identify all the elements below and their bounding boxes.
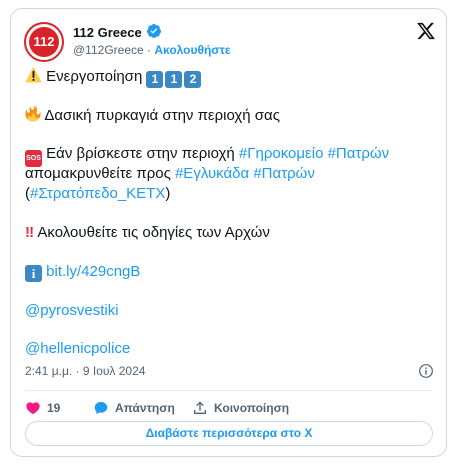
close-paren: ) (165, 185, 171, 202)
like-button[interactable]: 19 (25, 398, 60, 418)
fire-text: Δασική πυρκαγιά στην περιοχή σας (44, 107, 280, 124)
fire-icon (25, 105, 41, 122)
mention-link[interactable]: @pyrosvestiki (25, 301, 119, 321)
hashtag-link[interactable]: #Πατρών (328, 145, 390, 162)
line-link: i bit.ly/429cngB (25, 262, 140, 282)
avatar-logo: 112 (29, 27, 59, 57)
digit-1-icon: 1 (165, 71, 183, 88)
mention-link[interactable]: @hellenicpolice (25, 339, 130, 359)
share-upload-icon (194, 401, 206, 414)
heart-icon (26, 402, 40, 415)
timestamp[interactable]: 2:41 μ.μ. · 9 Ιουλ 2024 (25, 364, 145, 378)
line-move-away: απομακρυνθείτε προς #Εγλυκάδα #Πατρών (25, 164, 315, 184)
short-link[interactable]: bit.ly/429cngB (46, 263, 140, 280)
move-away-text: απομακρυνθείτε προς (25, 165, 171, 182)
avatar[interactable]: 112 (24, 22, 64, 62)
account-handle[interactable]: @112Greece (73, 43, 144, 57)
line-instructions: ‼ Ακολουθείτε τις οδηγίες των Αρχών (25, 223, 270, 243)
double-exclamation-icon: ‼ (25, 224, 35, 241)
warning-icon (25, 67, 42, 83)
verified-badge-icon (146, 24, 161, 38)
line-camp: (#Στρατόπεδο_ΚΕΤΧ) (25, 184, 170, 204)
digit-1-icon: 1 (146, 71, 164, 88)
separator-dot: · (147, 43, 152, 57)
instructions-text: Ακολουθείτε τις οδηγίες των Αρχών (37, 224, 270, 241)
reply-button[interactable]: Απάντηση (93, 398, 175, 418)
share-label: Κοινοποίηση (214, 401, 290, 415)
reply-label: Απάντηση (115, 401, 175, 415)
line-activation: Ενεργοποίηση 112 (25, 67, 203, 88)
activation-text: Ενεργοποίηση (46, 68, 143, 85)
line-fire: Δασική πυρκαγιά στην περιοχή σας (25, 105, 280, 126)
share-button[interactable]: Κοινοποίηση (192, 398, 289, 418)
x-logo-icon[interactable] (416, 21, 436, 41)
follow-link[interactable]: Ακολουθήστε (154, 43, 230, 57)
hashtag-link[interactable]: #Γηροκομείο (239, 145, 324, 162)
digit-2-icon: 2 (184, 71, 202, 88)
info-icon: i (25, 265, 42, 282)
account-name[interactable]: 112 Greece (73, 25, 142, 40)
hashtag-link[interactable]: #Εγλυκάδα (175, 165, 249, 182)
sos-text: Εάν βρίσκεστε στην περιοχή (46, 145, 235, 162)
divider (25, 390, 432, 391)
info-circle-icon[interactable] (418, 363, 434, 379)
hashtag-link[interactable]: #Στρατόπεδο_ΚΕΤΧ (30, 185, 165, 202)
tweet-card: 112 112 Greece @112Greece · Ακολουθήστε … (10, 8, 447, 457)
handle-row: @112Greece · Ακολουθήστε (73, 43, 231, 57)
hashtag-link[interactable]: #Πατρών (253, 165, 315, 182)
reply-bubble-icon (94, 402, 108, 414)
read-more-button[interactable]: Διαβάστε περισσότερα στο X (25, 421, 433, 446)
like-count: 19 (47, 401, 61, 415)
